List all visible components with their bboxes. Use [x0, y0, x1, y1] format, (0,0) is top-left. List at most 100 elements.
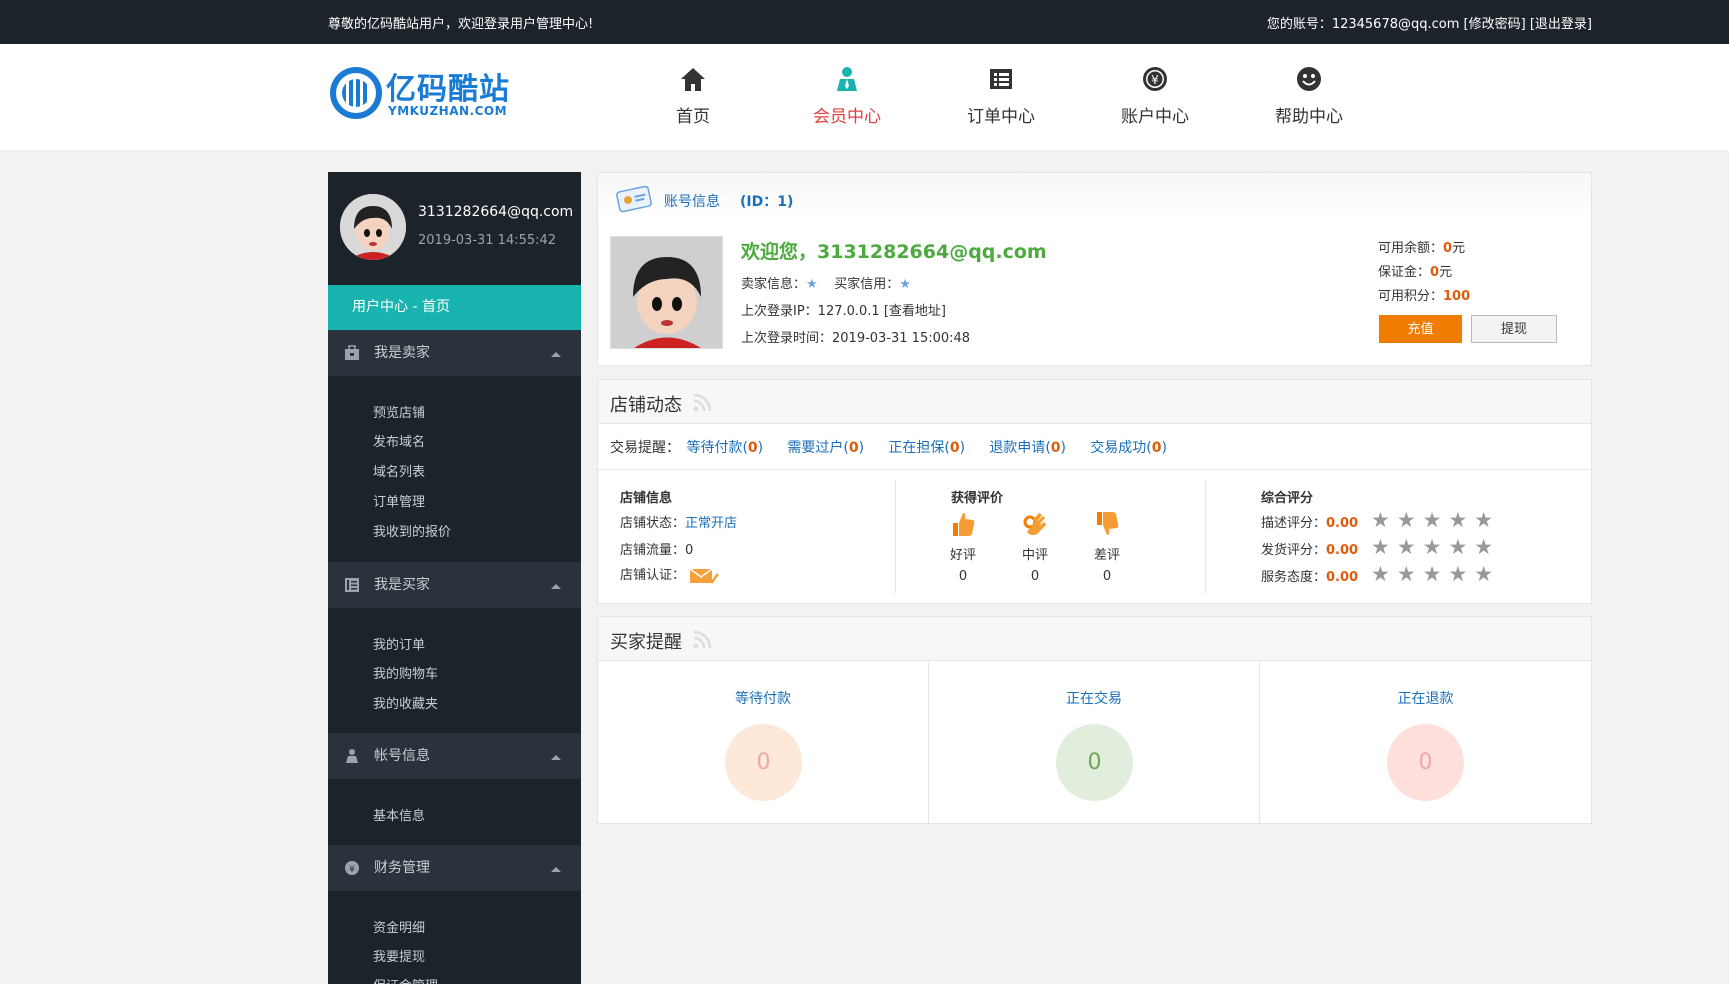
buyer-trading-count: 0	[1056, 724, 1133, 801]
sidebar-item-fund-details[interactable]: 资金明细	[373, 917, 425, 936]
rating-stars-icon: ★★★★★	[1371, 562, 1501, 586]
caret-up-icon	[551, 867, 561, 872]
shop-activity-title: 店铺动态	[610, 395, 682, 416]
divider	[598, 469, 1591, 470]
buyer-reminder-card: 买家提醒 等待付款 0 正在交易 0 正在退款 0	[597, 616, 1592, 824]
shop-status: 店铺状态：正常开店	[620, 516, 738, 531]
credit-line: 卖家信息：★ 买家信用：★	[741, 273, 911, 292]
sidebar-group-finance[interactable]: ¥ 财务管理	[328, 845, 581, 891]
nav-member[interactable]: 会员中心	[787, 64, 907, 127]
withdraw-button[interactable]: 提现	[1471, 315, 1557, 343]
points-label: 可用积分：	[1378, 289, 1444, 304]
sidebar: 3131282664@qq.com 2019-03-31 14:55:42 用户…	[328, 172, 581, 984]
sidebar-item-preview-shop[interactable]: 预览店铺	[373, 402, 425, 421]
order-icon	[990, 69, 1012, 89]
rating-stars-icon: ★★★★★	[1371, 535, 1501, 559]
sidebar-item-my-favorites[interactable]: 我的收藏夹	[373, 693, 438, 712]
star-icon: ★	[806, 277, 818, 292]
balance-panel: 可用余额：0元 保证金：0元 可用积分：100	[1378, 237, 1470, 309]
eval-neutral: 中评 0	[1010, 510, 1060, 584]
reminder-trade-success[interactable]: 交易成功(0)	[1090, 440, 1167, 456]
buyer-waiting-payment[interactable]: 等待付款 0	[598, 662, 929, 824]
sidebar-item-deposit[interactable]: 保证金管理	[373, 975, 438, 984]
logo-subtext: YMKUZHAN.COM	[388, 104, 508, 118]
shop-info-title: 店铺信息	[620, 491, 673, 506]
nav-member-label: 会员中心	[813, 107, 881, 127]
shop-activity-header: 店铺动态	[598, 380, 1591, 424]
sidebar-item-my-cart[interactable]: 我的购物车	[373, 663, 438, 682]
sidebar-profile: 3131282664@qq.com 2019-03-31 14:55:42	[328, 172, 581, 285]
buyer-reminder-title: 买家提醒	[610, 632, 682, 653]
email-cert-icon	[689, 567, 720, 584]
avatar[interactable]	[340, 194, 406, 260]
sidebar-item-withdraw[interactable]: 我要提现	[373, 946, 425, 965]
welcome-message: 欢迎您，3131282664@qq.com	[741, 241, 1047, 263]
welcome-text: 尊敬的亿码酷站用户，欢迎登录用户管理中心!	[328, 17, 594, 32]
recharge-button[interactable]: 充值	[1379, 315, 1462, 343]
ok-hand-icon	[1023, 513, 1046, 536]
eval-bad-value: 0	[1102, 569, 1112, 584]
eval-neutral-value: 0	[1030, 569, 1040, 584]
caret-up-icon	[551, 755, 561, 760]
sidebar-item-order-manage[interactable]: 订单管理	[373, 491, 425, 510]
logout-link[interactable]: [退出登录]	[1530, 17, 1592, 32]
sidebar-item-domain-list[interactable]: 域名列表	[373, 461, 425, 480]
user-icon	[346, 749, 358, 763]
change-password-link[interactable]: [修改密码]	[1464, 17, 1526, 32]
score-title: 综合评分	[1261, 491, 1314, 506]
buyer-credit-label: 买家信用：	[834, 277, 900, 292]
nav-order[interactable]: 订单中心	[941, 64, 1061, 127]
shop-activity-card: 店铺动态 交易提醒： 等待付款(0) 需要过户(0) 正在担保(0) 退款申请(…	[597, 379, 1592, 604]
yen-icon: ¥	[1143, 67, 1167, 91]
thumbs-down-icon	[1097, 512, 1119, 535]
home-icon	[681, 68, 705, 91]
sidebar-item-basic-info[interactable]: 基本信息	[373, 805, 425, 824]
list-icon	[345, 578, 359, 592]
score-description-value: 0.00	[1326, 516, 1359, 531]
shop-traffic: 店铺流量：0	[620, 543, 694, 558]
rss-icon	[693, 393, 712, 412]
score-shipping: 发货评分：0.00	[1261, 543, 1359, 558]
rating-stars-icon: ★★★★★	[1371, 508, 1501, 532]
site-logo[interactable]: 亿码酷站 YMKUZHAN.COM	[330, 64, 509, 124]
buyer-waiting-payment-label: 等待付款	[735, 691, 791, 707]
smile-icon	[1297, 67, 1321, 91]
buyer-trading[interactable]: 正在交易 0	[929, 662, 1260, 824]
sidebar-item-my-orders[interactable]: 我的订单	[373, 634, 425, 653]
score-service-value: 0.00	[1326, 570, 1359, 585]
eval-good: 好评 0	[938, 510, 988, 584]
last-login-ip: 上次登录IP：127.0.0.1 [查看地址]	[741, 304, 946, 319]
score-shipping-value: 0.00	[1326, 543, 1359, 558]
svg-text:¥: ¥	[349, 865, 355, 875]
sidebar-item-home[interactable]: 用户中心 - 首页	[328, 285, 581, 330]
sidebar-item-publish-domain[interactable]: 发布域名	[373, 431, 425, 450]
account-label: 您的账号：12345678@qq.com	[1266, 17, 1460, 32]
trade-reminders: 交易提醒： 等待付款(0) 需要过户(0) 正在担保(0) 退款申请(0) 交易…	[610, 437, 1167, 457]
nav-account[interactable]: ¥ 账户中心	[1095, 64, 1215, 127]
points-value: 100	[1443, 289, 1471, 304]
balance-value: 0	[1443, 241, 1453, 256]
sidebar-group-account[interactable]: 帐号信息	[328, 733, 581, 779]
deposit-label: 保证金：	[1378, 265, 1431, 280]
nav-help[interactable]: 帮助中心	[1249, 64, 1369, 127]
logo-mark-icon	[330, 67, 382, 119]
caret-up-icon	[551, 584, 561, 589]
sidebar-group-seller[interactable]: 我是卖家	[328, 330, 581, 376]
reminder-in-escrow[interactable]: 正在担保(0)	[888, 440, 965, 456]
sidebar-item-offers[interactable]: 我收到的报价	[373, 521, 451, 540]
eval-title: 获得评价	[951, 491, 1004, 506]
reminder-waiting-payment[interactable]: 等待付款(0)	[686, 440, 763, 456]
reminder-refund-request[interactable]: 退款申请(0)	[989, 440, 1066, 456]
balance-label: 可用余额：	[1378, 241, 1444, 256]
shop-status-link[interactable]: 正常开店	[685, 516, 737, 531]
logo-text: 亿码酷站	[386, 72, 510, 107]
sidebar-group-buyer[interactable]: 我是买家	[328, 562, 581, 608]
score-service: 服务态度：0.00	[1261, 570, 1359, 585]
eval-good-value: 0	[958, 569, 968, 584]
nav-home[interactable]: 首页	[633, 64, 753, 127]
buyer-refunding[interactable]: 正在退款 0	[1260, 662, 1591, 824]
buyer-waiting-payment-count: 0	[725, 724, 802, 801]
balance-unit: 元	[1452, 241, 1466, 256]
reminder-need-transfer[interactable]: 需要过户(0)	[787, 440, 864, 456]
profile-photo-cartoon-icon	[611, 237, 722, 348]
